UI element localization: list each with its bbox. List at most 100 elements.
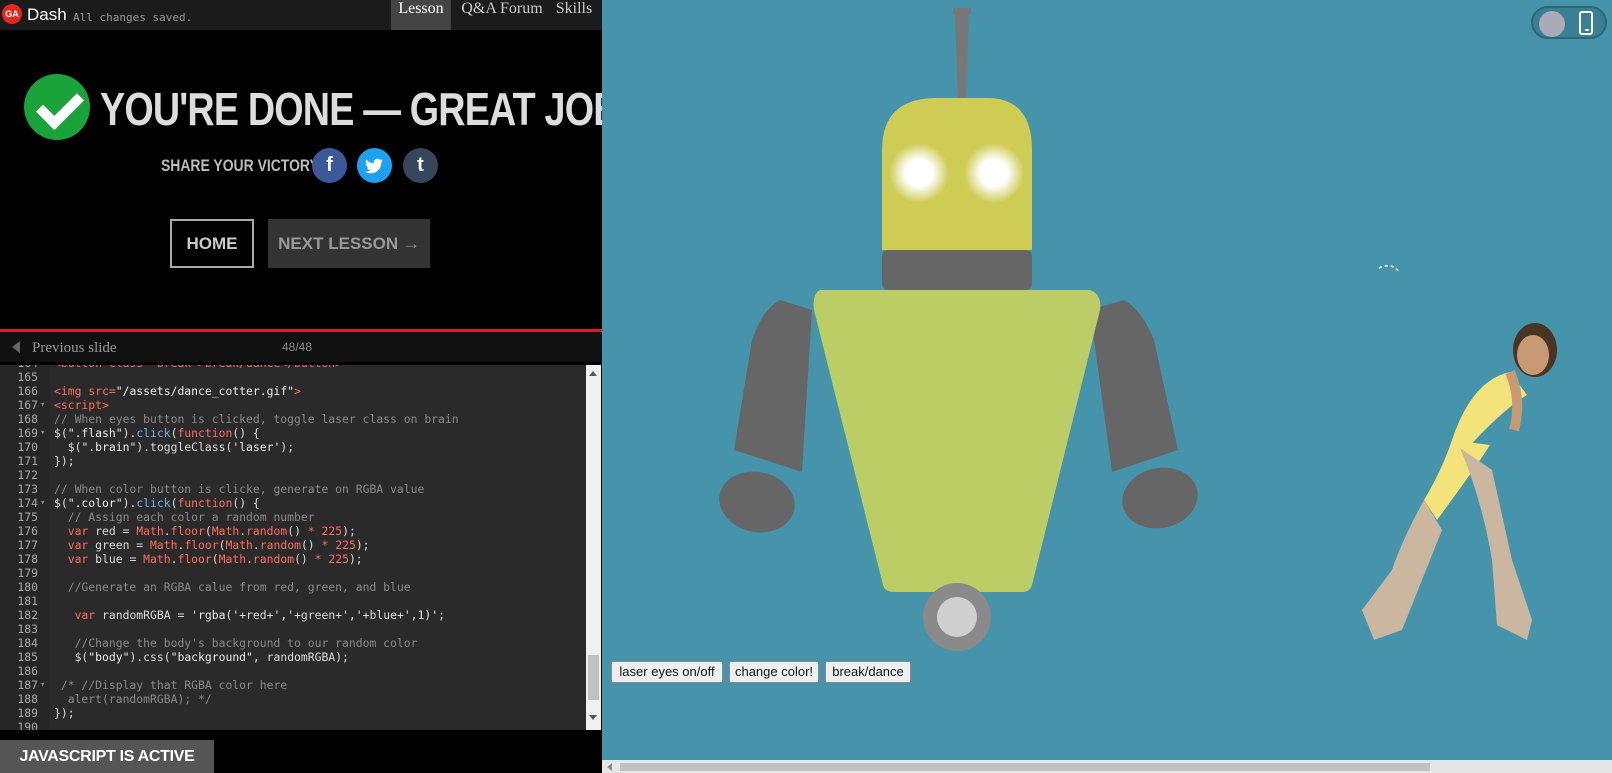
code-text[interactable]: $("body").css("background", randomRGBA); — [54, 650, 349, 664]
code-line[interactable]: 173 // When color button is clicke, gener… — [0, 482, 586, 496]
code-line[interactable]: 187 ▾ /* //Display that RGBA color here — [0, 678, 586, 692]
code-text[interactable]: var blue = Math.floor(Math.random() * 22… — [54, 552, 363, 566]
previous-arrow-icon[interactable] — [12, 341, 20, 353]
code-line[interactable]: 174 ▾ $(".color").click(function() { — [0, 496, 586, 510]
break-dance-button[interactable]: break/dance — [825, 661, 911, 683]
next-lesson-button[interactable]: NEXT LESSON → — [268, 219, 430, 268]
twitter-icon[interactable] — [357, 148, 392, 183]
code-line[interactable]: 182 var randomRGBA = 'rgba('+red+','+gre… — [0, 608, 586, 622]
code-text[interactable]: <script> — [54, 398, 109, 412]
code-token: . — [252, 538, 260, 552]
code-text[interactable]: /* //Display that RGBA color here — [54, 678, 287, 692]
completion-title: YOU'RE DONE — GREAT JOB! — [100, 83, 632, 135]
app-name[interactable]: Dash — [27, 5, 67, 25]
code-line[interactable]: 181 — [0, 594, 586, 608]
code-text[interactable]: // Assign each color a random number — [54, 510, 315, 524]
code-token: randomRGBA = — [95, 608, 192, 622]
code-line[interactable]: 189}); — [0, 706, 586, 720]
tab-lesson[interactable]: Lesson — [391, 0, 451, 30]
change-color-button[interactable]: change color! — [729, 661, 819, 683]
editor-scrollbar[interactable] — [586, 365, 601, 730]
code-line[interactable]: 178 var blue = Math.floor(Math.random() … — [0, 552, 586, 566]
line-number: 175 — [17, 510, 38, 524]
code-token: // When eyes button is clicked, toggle l… — [54, 412, 459, 426]
code-token: var — [67, 524, 89, 538]
code-line[interactable]: 169 ▾ $(".flash").click(function() { — [0, 426, 586, 440]
fold-arrow-icon[interactable]: ▾ — [40, 398, 50, 412]
scroll-down-arrow-icon[interactable] — [589, 715, 597, 720]
scroll-up-arrow-icon[interactable] — [589, 371, 597, 376]
code-line[interactable]: 166 <img src="/assets/dance_cotter.gif"> — [0, 384, 586, 398]
code-token: 'laser' — [232, 440, 281, 454]
code-line[interactable]: 175 // Assign each color a random number — [0, 510, 586, 524]
code-token: var — [67, 538, 89, 552]
code-line[interactable]: 168 // When eyes button is clicked, toggl… — [0, 412, 586, 426]
code-token: 'rgba(' — [191, 608, 240, 622]
code-token: random — [259, 538, 301, 552]
code-token: <img — [54, 384, 89, 398]
code-token: click — [136, 426, 171, 440]
tumblr-icon[interactable]: t — [403, 148, 438, 183]
code-text[interactable]: var red = Math.floor(Math.random() * 225… — [54, 524, 356, 538]
code-line[interactable]: 177 var green = Math.floor(Math.random()… — [0, 538, 586, 552]
javascript-status-badge: JAVASCRIPT IS ACTIVE — [0, 740, 214, 773]
code-line[interactable]: 167 ▾ <script> — [0, 398, 586, 412]
code-token: Math — [218, 552, 247, 566]
code-token: Math — [150, 538, 178, 552]
code-line[interactable]: 184 //Change the body's background to ou… — [0, 636, 586, 650]
code-text[interactable]: $(".brain").toggleClass('laser'); — [54, 440, 294, 454]
ga-logo[interactable]: GA — [2, 4, 22, 24]
code-line[interactable]: 190 — [0, 720, 586, 730]
code-line[interactable]: 179 — [0, 566, 586, 580]
code-line[interactable]: 186 — [0, 664, 586, 678]
code-text[interactable]: alert(randomRGBA); */ — [54, 692, 212, 706]
facebook-icon[interactable]: f — [312, 148, 347, 183]
home-button[interactable]: HOME — [170, 219, 254, 268]
code-line[interactable]: 183 — [0, 622, 586, 636]
tab-qa-forum[interactable]: Q&A Forum — [458, 0, 546, 30]
code-text[interactable]: }); — [54, 454, 75, 468]
code-text[interactable]: $(".flash").click(function() { — [54, 426, 260, 440]
code-token: "background" — [170, 650, 253, 664]
code-editor[interactable]: 164<button class="break">break/dance</bu… — [0, 365, 586, 730]
fold-arrow-icon[interactable]: ▾ — [40, 426, 50, 440]
code-text[interactable]: var randomRGBA = 'rgba('+red+','+green+'… — [54, 608, 445, 622]
code-line[interactable]: 176 var red = Math.floor(Math.random() *… — [0, 524, 586, 538]
code-line[interactable]: 170 $(".brain").toggleClass('laser'); — [0, 440, 586, 454]
code-text[interactable]: <img src="/assets/dance_cotter.gif"> — [54, 384, 301, 398]
code-token: Math — [211, 524, 240, 538]
line-number: 185 — [17, 650, 38, 664]
horizontal-scrollbar-thumb[interactable] — [620, 763, 1430, 771]
laser-eyes-button[interactable]: laser eyes on/off — [611, 661, 723, 683]
tab-skills[interactable]: Skills — [552, 0, 596, 30]
code-text[interactable]: var green = Math.floor(Math.random() * 2… — [54, 538, 370, 552]
scrollbar-thumb[interactable] — [588, 655, 599, 700]
code-text[interactable]: }); — [54, 706, 75, 720]
code-line[interactable]: 172 — [0, 468, 586, 482]
previous-slide-link[interactable]: Previous slide — [32, 340, 117, 357]
code-text[interactable]: // When color button is clicke, generate… — [54, 482, 424, 496]
mobile-phone-icon[interactable] — [1579, 11, 1593, 35]
scroll-left-arrow-icon[interactable] — [607, 763, 612, 771]
toggle-knob[interactable] — [1539, 11, 1565, 37]
code-line[interactable]: 171}); — [0, 454, 586, 468]
code-text[interactable]: //Change the body's background to our ra… — [54, 636, 418, 650]
preview-horizontal-scrollbar[interactable] — [602, 760, 1612, 773]
code-token: //Change the body's background to our ra… — [54, 636, 418, 650]
code-line[interactable]: 180 //Generate an RGBA calue from red, g… — [0, 580, 586, 594]
code-token: ; — [438, 608, 445, 622]
code-token: ".flash" — [67, 426, 123, 440]
code-line[interactable]: 185 $("body").css("background", randomRG… — [0, 650, 586, 664]
fold-arrow-icon[interactable]: ▾ — [40, 496, 50, 510]
fold-arrow-icon[interactable]: ▾ — [40, 678, 50, 692]
code-line[interactable]: 165 — [0, 370, 586, 384]
code-token: green = — [88, 538, 151, 552]
code-line[interactable]: 188 alert(randomRGBA); */ — [0, 692, 586, 706]
code-text[interactable]: //Generate an RGBA calue from red, green… — [54, 580, 411, 594]
code-token: , randomRGBA); — [252, 650, 349, 664]
robot-illustration — [719, 8, 1557, 651]
code-text[interactable]: // When eyes button is clicked, toggle l… — [54, 412, 459, 426]
device-view-toggle[interactable] — [1531, 6, 1607, 39]
code-text[interactable]: $(".color").click(function() { — [54, 496, 260, 510]
code-token: 225 — [321, 524, 343, 538]
